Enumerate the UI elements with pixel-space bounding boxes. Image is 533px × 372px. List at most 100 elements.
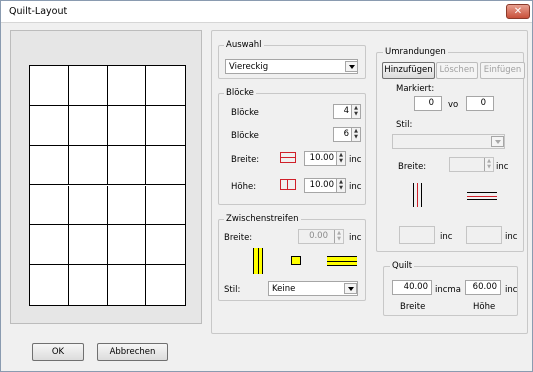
sashing-width-value: 0.00 [309,231,328,241]
blocks-rows-value: 6 [343,129,349,139]
quilt-block[interactable] [108,265,147,305]
border-width-label: Breite: [398,162,427,172]
markiert-from-field[interactable]: 0 [414,96,442,111]
block-width-icon [280,152,296,163]
quilt-block[interactable] [146,265,185,305]
block-height-unit: inc [349,182,362,192]
close-button[interactable]: ✕ [506,4,530,19]
sashing-width-unit: inc [349,233,362,243]
border-horizontal-icon[interactable] [467,192,497,200]
quilt-block[interactable] [68,225,108,266]
ok-label: OK [51,347,65,357]
quilt-legend: Quilt [390,261,415,271]
quilt-height-unit: inc [505,285,518,295]
quilt-block[interactable] [30,265,69,305]
quilt-block[interactable] [146,106,185,146]
delete-border-label: Löschen [439,65,475,75]
cancel-button[interactable]: Abbrechen [97,343,168,361]
insert-border-button[interactable]: Einfügen [480,62,525,79]
border-width-unit: inc [496,162,509,172]
quilt-height-field: 60.00 [465,280,501,295]
add-border-button[interactable]: Hinzufügen [382,62,435,79]
quilt-block[interactable] [146,186,185,226]
quilt-block[interactable] [68,145,108,186]
blocks-columns-stepper[interactable]: 4 ▲ ▼ [333,104,361,119]
quilt-block[interactable] [107,225,147,266]
sashing-stil-select[interactable]: Keine [268,281,358,296]
block-width-stepper[interactable]: 10.00 ▲ ▼ [304,151,346,166]
blocks-columns-value: 4 [343,106,349,116]
quilt-block[interactable] [68,185,108,226]
blocks-rows-stepper[interactable]: 6 ▲ ▼ [333,127,361,142]
markiert-to-value: 0 [480,98,486,108]
border-field-1-unit: inc [440,232,453,242]
sashing-stil-value: Keine [272,284,296,294]
sashing-vertical-icon[interactable] [253,248,263,274]
quilt-block[interactable] [146,66,185,106]
quilt-grid-preview[interactable] [29,65,186,306]
border-vertical-icon[interactable] [413,183,422,207]
spinner-arrows-icon[interactable]: ▲ ▼ [334,230,343,243]
quilt-block[interactable] [30,105,69,146]
quilt-height-caption: Höhe [473,302,496,312]
quilt-block[interactable] [107,185,147,226]
close-icon: ✕ [513,6,523,17]
quilt-block[interactable] [146,225,185,266]
sashing-horizontal-icon[interactable] [327,256,357,266]
markiert-label: Markiert: [396,84,435,94]
cancel-label: Abbrechen [109,347,156,357]
ok-button[interactable]: OK [32,343,84,361]
border-field-1[interactable] [399,226,435,244]
quilt-height-value: 60.00 [472,282,497,292]
block-height-label: Höhe: [231,182,257,192]
chevron-down-icon[interactable] [345,61,358,72]
quilt-block[interactable] [68,105,108,146]
spinner-arrows-icon[interactable]: ▲ ▼ [336,179,345,192]
quilt-block[interactable] [30,145,69,186]
quilt-block[interactable] [146,146,185,186]
quilt-block[interactable] [107,105,147,146]
spinner-arrows-icon[interactable]: ▲ ▼ [351,105,360,118]
auswahl-value: Viereckig [229,62,269,72]
bloecke-legend: Blöcke [224,88,256,98]
sashing-stil-label: Stil: [224,285,241,295]
blocks-rows-label: Blöcke [231,131,259,141]
spinner-arrows-icon[interactable]: ▲ ▼ [484,158,493,171]
vo-label: vo [448,100,459,110]
border-stil-select[interactable] [392,134,505,149]
quilt-block[interactable] [30,185,69,226]
chevron-down-icon[interactable] [344,283,357,294]
zwischenstreifen-legend: Zwischenstreifen [224,214,301,224]
block-height-stepper[interactable]: 10.00 ▲ ▼ [304,178,346,193]
block-width-value: 10.00 [309,153,334,163]
sashing-width-label: Breite: [224,233,253,243]
block-height-value: 10.00 [309,180,334,190]
block-width-label: Breite: [231,155,260,165]
border-field-2[interactable] [466,226,502,244]
auswahl-select[interactable]: Viereckig [225,59,358,74]
spinner-arrows-icon[interactable]: ▲ ▼ [336,152,345,165]
quilt-width-value: 40.00 [403,282,428,292]
add-border-label: Hinzufügen [384,65,433,75]
umrandungen-legend: Umrandungen [383,47,448,57]
sashing-block-icon[interactable] [291,256,301,265]
auswahl-legend: Auswahl [224,40,264,50]
quilt-block[interactable] [107,145,147,186]
markiert-to-field[interactable]: 0 [466,96,494,111]
quilt-block[interactable] [69,265,108,305]
quilt-width-field: 40.00 [392,280,432,295]
spinner-arrows-icon[interactable]: ▲ ▼ [351,128,360,141]
title-bar: Quilt-Layout ✕ [1,1,532,23]
blocks-columns-label: Blöcke [231,108,259,118]
quilt-block[interactable] [30,66,69,106]
chevron-down-icon[interactable] [491,136,504,147]
quilt-block[interactable] [68,66,108,106]
quilt-block[interactable] [30,225,69,266]
quilt-block[interactable] [107,66,147,106]
delete-border-button[interactable]: Löschen [436,62,478,79]
quilt-width-caption: Breite [400,302,426,312]
border-width-stepper[interactable]: ▲ ▼ [449,157,494,172]
sashing-width-stepper[interactable]: 0.00 ▲ ▼ [298,229,344,244]
quilt-width-unit: incma [435,285,461,295]
border-stil-label: Stil: [396,120,413,130]
